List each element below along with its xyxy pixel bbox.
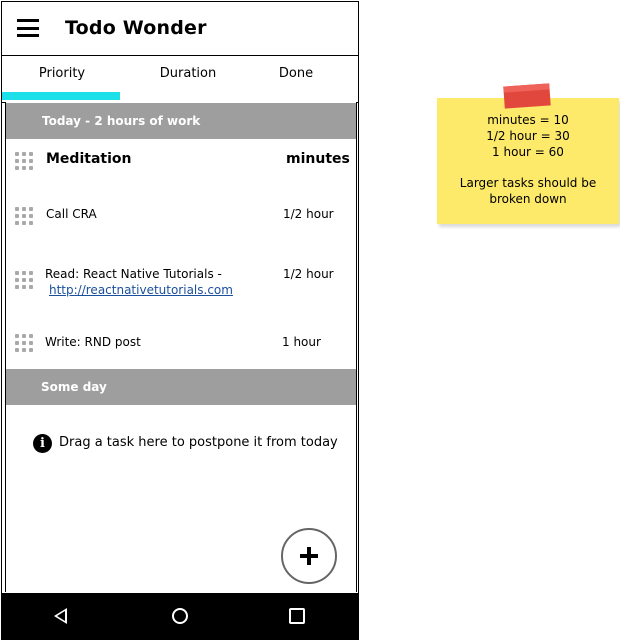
task-duration: 1/2 hour (283, 207, 334, 221)
tab-priority[interactable]: Priority (2, 66, 122, 81)
phone-frame: Todo Wonder Priority Duration Done Today… (1, 1, 359, 640)
task-list: Today - 2 hours of work Meditation minut… (5, 102, 357, 592)
app-title: Todo Wonder (65, 17, 207, 39)
section-header-today-label: Today - 2 hours of work (42, 114, 201, 128)
section-header-someday-label: Some day (41, 380, 107, 394)
tape-icon (503, 83, 551, 109)
task-name: Write: RND post (45, 335, 141, 349)
task-name: Meditation (46, 151, 132, 167)
drag-handle-icon[interactable] (15, 271, 37, 289)
section-header-someday[interactable]: Some day (6, 369, 356, 405)
add-task-button[interactable] (281, 528, 337, 584)
section-header-today: Today - 2 hours of work (6, 103, 356, 139)
tab-selected-indicator (2, 92, 120, 100)
sticky-line: broken down (489, 192, 567, 206)
task-row-meditation[interactable]: Meditation minutes (6, 149, 356, 189)
task-row-read-tutorials[interactable]: Read: React Native Tutorials - http://re… (6, 265, 356, 305)
sticky-line: 1 hour = 60 (492, 145, 564, 159)
postpone-hint: i Drag a task here to postpone it from t… (33, 434, 358, 456)
sticky-line: minutes = 10 (487, 113, 569, 127)
tab-bar: Priority Duration Done (2, 56, 358, 103)
recent-apps-icon[interactable] (289, 608, 305, 624)
task-link[interactable]: http://reactnativetutorials.com (49, 283, 233, 297)
sticky-line: 1/2 hour = 30 (486, 129, 570, 143)
drag-handle-icon[interactable] (15, 207, 37, 225)
task-row-call-cra[interactable]: Call CRA 1/2 hour (6, 205, 356, 245)
postpone-hint-text: Drag a task here to postpone it from tod… (59, 435, 338, 450)
info-icon: i (33, 434, 52, 453)
android-nav-bar (2, 593, 358, 639)
task-name: Call CRA (46, 207, 97, 221)
drag-handle-icon[interactable] (15, 152, 37, 170)
home-icon[interactable] (172, 608, 188, 624)
task-name: Read: React Native Tutorials - (45, 267, 222, 281)
task-row-write-post[interactable]: Write: RND post 1 hour (6, 333, 356, 363)
task-duration: 1/2 hour (283, 267, 334, 281)
sticky-note-text: minutes = 10 1/2 hour = 30 1 hour = 60 L… (437, 112, 619, 207)
sticky-line: Larger tasks should be (459, 176, 597, 190)
back-icon[interactable] (54, 608, 67, 624)
drag-handle-icon[interactable] (15, 334, 37, 352)
tab-done[interactable]: Done (247, 66, 345, 81)
hamburger-menu-icon[interactable] (17, 19, 39, 37)
sticky-note: minutes = 10 1/2 hour = 30 1 hour = 60 L… (437, 98, 619, 224)
tab-duration[interactable]: Duration (132, 66, 244, 81)
task-duration: minutes (286, 151, 350, 167)
task-duration: 1 hour (282, 335, 321, 349)
app-bar: Todo Wonder (2, 2, 358, 56)
